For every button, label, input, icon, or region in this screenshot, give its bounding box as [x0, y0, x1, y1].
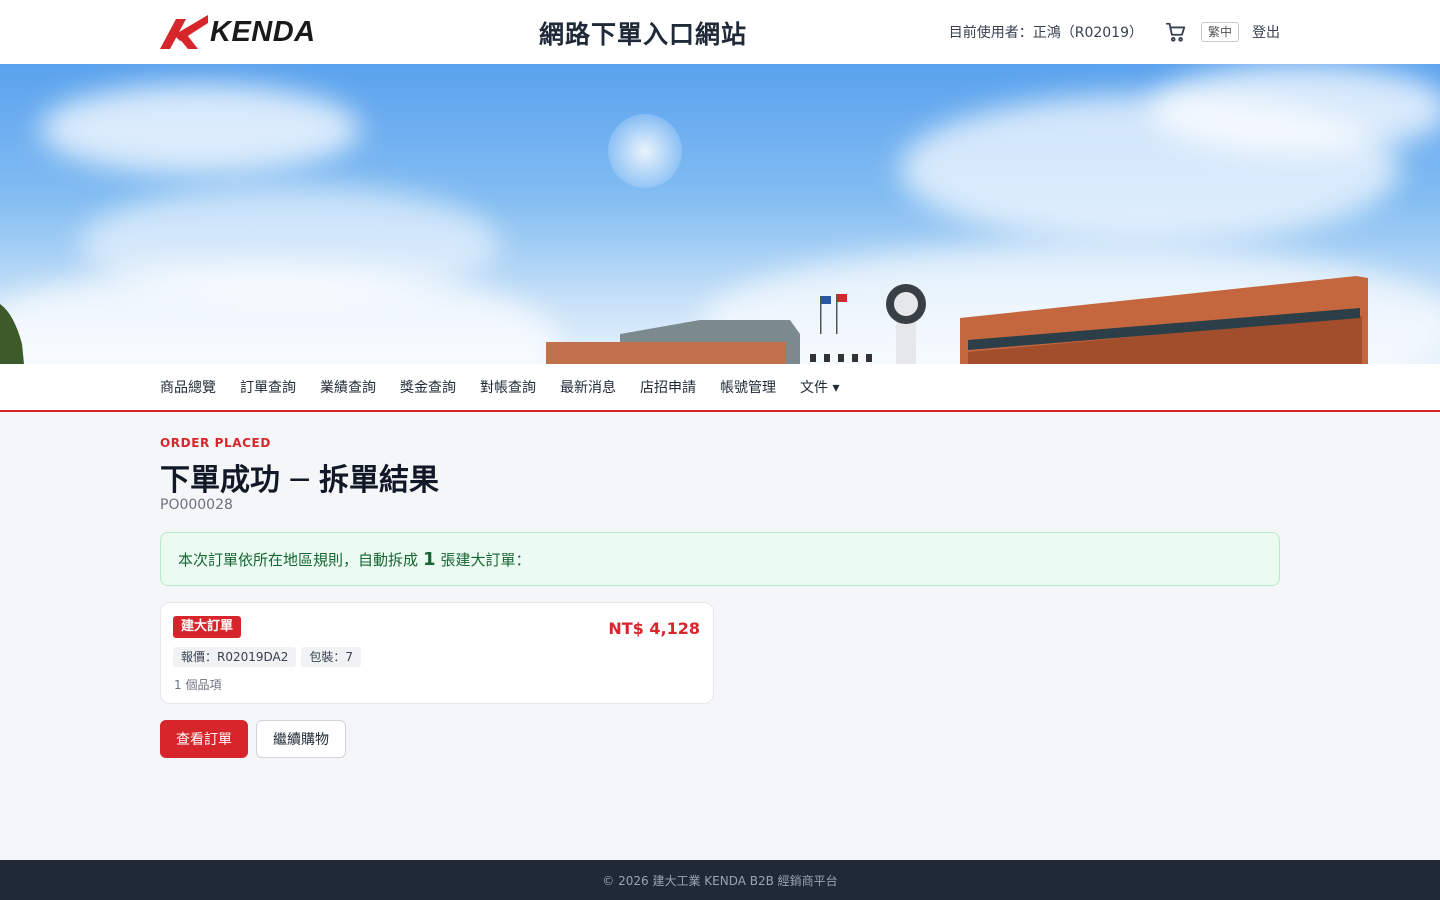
nav-item-statement[interactable]: 對帳查詢	[480, 377, 536, 397]
notice-suffix: 張建大訂單：	[440, 550, 531, 569]
nav-item-news[interactable]: 最新消息	[560, 377, 616, 397]
po-number: PO000028	[160, 497, 233, 513]
order-card[interactable]: 建大訂單 NT$ 4,128 報價：R02019DA2 包裝：7 1 個品項	[160, 602, 714, 704]
nav-item-signage[interactable]: 店招申請	[640, 377, 696, 397]
nav-item-performance[interactable]: 業績查詢	[320, 377, 376, 397]
current-user-label: 目前使用者：正鴻（R02019）	[948, 25, 1143, 41]
cart-icon[interactable]	[1165, 21, 1187, 43]
order-amount: NT$ 4,128	[608, 619, 700, 638]
pack-chip: 包裝：7	[301, 647, 362, 667]
nav-item-products[interactable]: 商品總覽	[160, 377, 216, 397]
page-title: 下單成功 ─ 拆單結果	[160, 463, 439, 498]
split-order-notice: 本次訂單依所在地區規則，自動拆成 1 張建大訂單：	[160, 532, 1280, 586]
user-area: 目前使用者：正鴻（R02019） 繁中 登出	[949, 20, 1280, 44]
item-count: 1 個品項	[174, 678, 222, 692]
notice-prefix: 本次訂單依所在地區規則，自動拆成	[178, 550, 419, 569]
notice-count: 1	[423, 548, 436, 570]
language-switcher[interactable]: 繁中	[1200, 22, 1239, 42]
order-placed-eyebrow: ORDER PLACED	[160, 436, 271, 450]
continue-shopping-button[interactable]: 繼續購物	[256, 720, 346, 758]
footer: © 2026 建大工業 KENDA B2B 經銷商平台	[0, 860, 1440, 900]
order-chips: 報價：R02019DA2 包裝：7	[173, 647, 362, 667]
top-header: KENDA 網路下單入口網站 目前使用者：正鴻（R02019） 繁中 登出	[0, 0, 1440, 64]
hero-banner	[0, 64, 1440, 364]
nav-item-bonus[interactable]: 獎金查詢	[400, 377, 456, 397]
logout-link[interactable]: 登出	[1252, 22, 1280, 42]
view-order-button[interactable]: 查看訂單	[160, 720, 248, 758]
factory-building-image	[0, 276, 1368, 364]
quote-chip: 報價：R02019DA2	[173, 647, 297, 667]
nav-item-account[interactable]: 帳號管理	[720, 377, 776, 397]
nav-item-orders[interactable]: 訂單查詢	[240, 377, 296, 397]
nav-item-documents-dropdown[interactable]: 文件 ▾	[800, 377, 839, 397]
main-nav: 商品總覽 訂單查詢 業績查詢 獎金查詢 對帳查詢 最新消息 店招申請 帳號管理 …	[0, 364, 1440, 412]
footer-copyright: © 2026 建大工業 KENDA B2B 經銷商平台	[602, 873, 838, 888]
order-type-badge: 建大訂單	[173, 616, 242, 638]
